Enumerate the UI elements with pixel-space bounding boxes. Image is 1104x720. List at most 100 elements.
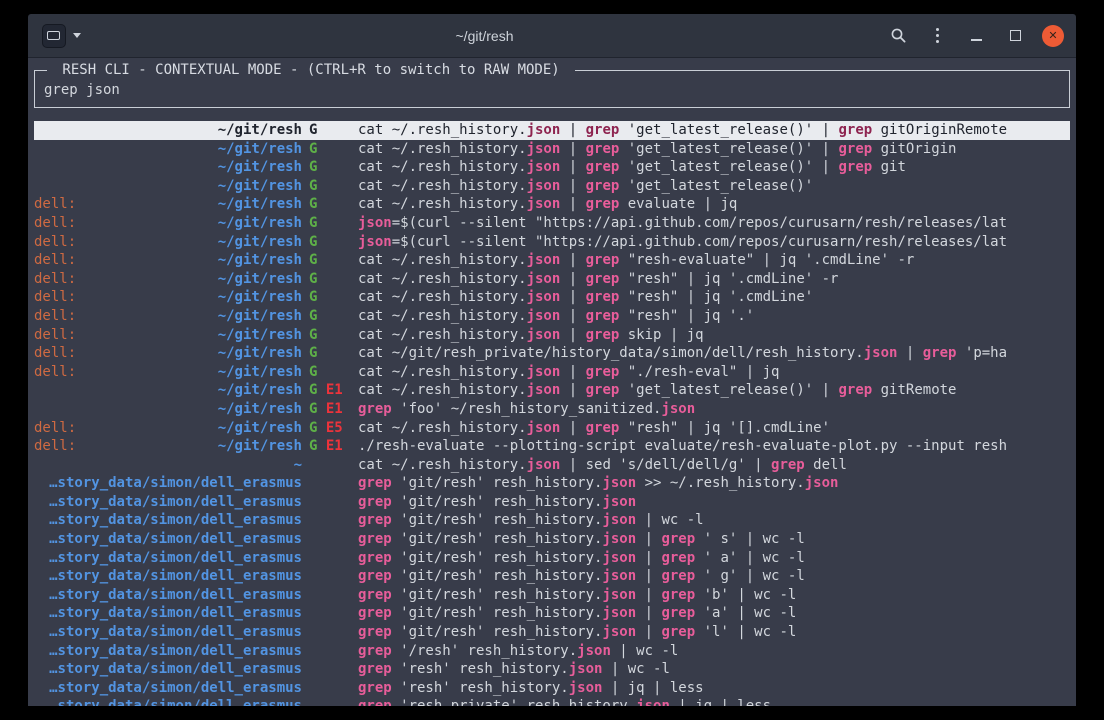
directory-label: …story_data/simon/dell_erasmus — [49, 604, 302, 623]
directory-label: …story_data/simon/dell_erasmus — [49, 493, 302, 512]
query-match: json — [527, 159, 561, 175]
query-match: grep — [586, 420, 620, 436]
git-flag: G — [309, 327, 317, 343]
command-text: grep 'git/resh' resh_history.json | grep… — [358, 623, 1070, 642]
host-label: dell: — [34, 326, 76, 345]
query-match: grep — [586, 382, 620, 398]
history-row[interactable]: ~/git/reshGcat ~/.resh_history.json | gr… — [34, 140, 1070, 159]
history-row[interactable]: ~/git/reshGcat ~/.resh_history.json | gr… — [34, 121, 1070, 140]
row-flags — [302, 642, 358, 661]
query-match: json — [569, 661, 603, 677]
minimize-button[interactable] — [964, 24, 988, 48]
directory-label: ~/git/resh — [218, 251, 302, 270]
history-row[interactable]: …story_data/simon/dell_erasmusgrep '/res… — [34, 642, 1070, 661]
history-row[interactable]: ~/git/reshG E1cat ~/.resh_history.json |… — [34, 381, 1070, 400]
resh-search-box: RESH CLI - CONTEXTUAL MODE - (CTRL+R to … — [34, 70, 1070, 108]
query-match: grep — [838, 382, 872, 398]
command-text: grep 'resh_private' resh_history.json | … — [358, 697, 1070, 706]
history-row[interactable]: dell:~/git/reshGjson=$(curl --silent "ht… — [34, 214, 1070, 233]
host-label: dell: — [34, 437, 76, 456]
history-row[interactable]: dell:~/git/reshG E5cat ~/.resh_history.j… — [34, 419, 1070, 438]
row-context: dell:~/git/resh — [34, 270, 302, 289]
history-row[interactable]: dell:~/git/reshGcat ~/.resh_history.json… — [34, 251, 1070, 270]
row-flags: G — [302, 363, 358, 382]
row-flags — [302, 549, 358, 568]
history-row[interactable]: …story_data/simon/dell_erasmusgrep 'git/… — [34, 530, 1070, 549]
row-context: ~/git/resh — [34, 140, 302, 159]
directory-label: ~/git/resh — [218, 195, 302, 214]
history-row[interactable]: dell:~/git/reshGcat ~/.resh_history.json… — [34, 307, 1070, 326]
row-context: …story_data/simon/dell_erasmus — [34, 474, 302, 493]
history-row[interactable]: …story_data/simon/dell_erasmus grep 'resh… — [34, 697, 1070, 706]
history-row[interactable]: …story_data/simon/dell_erasmusgrep 'resh… — [34, 660, 1070, 679]
history-row[interactable]: ~/git/reshGcat ~/.resh_history.json | gr… — [34, 158, 1070, 177]
row-context: ~ — [34, 456, 302, 475]
git-flag: G — [309, 420, 317, 436]
row-flags — [302, 679, 358, 698]
row-context: …story_data/simon/dell_erasmus — [34, 642, 302, 661]
directory-label: …story_data/simon/dell_erasmus — [49, 474, 302, 493]
query-match: json — [358, 215, 392, 231]
history-row[interactable]: ~cat ~/.resh_history.json | sed 's/dell/… — [34, 456, 1070, 475]
command-text: json=$(curl --silent "https://api.github… — [358, 233, 1070, 252]
close-button[interactable]: ✕ — [1042, 25, 1064, 47]
query-match: grep — [358, 698, 392, 706]
command-text: grep 'git/resh' resh_history.json | wc -… — [358, 511, 1070, 530]
command-text: cat ~/.resh_history.json | grep "./resh-… — [358, 363, 1070, 382]
history-row[interactable]: …story_data/simon/dell_erasmusgrep 'git/… — [34, 586, 1070, 605]
history-row[interactable]: dell:~/git/reshG E1./resh-evaluate --plo… — [34, 437, 1070, 456]
history-row[interactable]: dell:~/git/reshGjson=$(curl --silent "ht… — [34, 233, 1070, 252]
query-match: grep — [661, 531, 695, 547]
history-row[interactable]: dell:~/git/reshGcat ~/.resh_history.json… — [34, 288, 1070, 307]
history-row[interactable]: …story_data/simon/dell_erasmusgrep 'git/… — [34, 511, 1070, 530]
history-row[interactable]: …story_data/simon/dell_erasmusgrep 'git/… — [34, 623, 1070, 642]
command-text: cat ~/.resh_history.json | grep 'get_lat… — [358, 121, 1070, 140]
new-terminal-button[interactable] — [40, 22, 83, 50]
history-list: ~/git/reshGcat ~/.resh_history.json | gr… — [34, 121, 1070, 706]
restore-button[interactable] — [1003, 24, 1027, 48]
query-match: grep — [358, 624, 392, 640]
query-match: grep — [586, 327, 620, 343]
command-text: grep 'git/resh' resh_history.json | grep… — [358, 586, 1070, 605]
history-row[interactable]: dell:~/git/reshGcat ~/.resh_history.json… — [34, 270, 1070, 289]
query-match: grep — [358, 531, 392, 547]
row-flags — [302, 660, 358, 679]
command-text: cat ~/.resh_history.json | grep evaluate… — [358, 195, 1070, 214]
host-label: dell: — [34, 288, 76, 307]
history-row[interactable]: …story_data/simon/dell_erasmusgrep 'git/… — [34, 493, 1070, 512]
query-match: json — [527, 196, 561, 212]
history-row[interactable]: ~/git/reshG E1grep 'foo' ~/resh_history_… — [34, 400, 1070, 419]
query-match: grep — [358, 605, 392, 621]
history-row[interactable]: …story_data/simon/dell_erasmusgrep 'git/… — [34, 474, 1070, 493]
directory-label: …story_data/simon/dell_erasmus — [49, 697, 302, 706]
query-match: grep — [586, 178, 620, 194]
query-match: grep — [661, 568, 695, 584]
git-flag: G — [309, 215, 317, 231]
history-row[interactable]: …story_data/simon/dell_erasmusgrep 'resh… — [34, 679, 1070, 698]
history-row[interactable]: dell:~/git/reshGcat ~/.resh_history.json… — [34, 195, 1070, 214]
git-flag: G — [309, 141, 317, 157]
history-row[interactable]: dell:~/git/reshGcat ~/.resh_history.json… — [34, 326, 1070, 345]
directory-label: ~/git/resh — [218, 437, 302, 456]
row-flags: G — [302, 251, 358, 270]
command-text: cat ~/.resh_history.json | grep "resh" |… — [358, 270, 1070, 289]
search-button[interactable] — [886, 24, 910, 48]
row-context: …story_data/simon/dell_erasmus — [34, 697, 302, 706]
history-row[interactable]: …story_data/simon/dell_erasmusgrep 'git/… — [34, 604, 1070, 623]
command-text: grep 'foo' ~/resh_history_sanitized.json — [358, 400, 1070, 419]
row-flags: G — [302, 326, 358, 345]
history-row[interactable]: ~/git/reshGcat ~/.resh_history.json | gr… — [34, 177, 1070, 196]
directory-label: ~/git/resh — [218, 121, 302, 140]
row-context: …story_data/simon/dell_erasmus — [34, 493, 302, 512]
menu-button[interactable] — [925, 24, 949, 48]
host-label: dell: — [34, 233, 76, 252]
row-context: …story_data/simon/dell_erasmus — [34, 604, 302, 623]
window-title: ~/git/resh — [83, 28, 886, 44]
query-match: json — [358, 234, 392, 250]
query-match: grep — [586, 159, 620, 175]
history-row[interactable]: …story_data/simon/dell_erasmusgrep 'git/… — [34, 549, 1070, 568]
history-row[interactable]: dell:~/git/reshGcat ~/.resh_history.json… — [34, 363, 1070, 382]
history-row[interactable]: dell:~/git/reshGcat ~/git/resh_private/h… — [34, 344, 1070, 363]
history-row[interactable]: …story_data/simon/dell_erasmusgrep 'git/… — [34, 567, 1070, 586]
git-flag: G — [309, 308, 317, 324]
